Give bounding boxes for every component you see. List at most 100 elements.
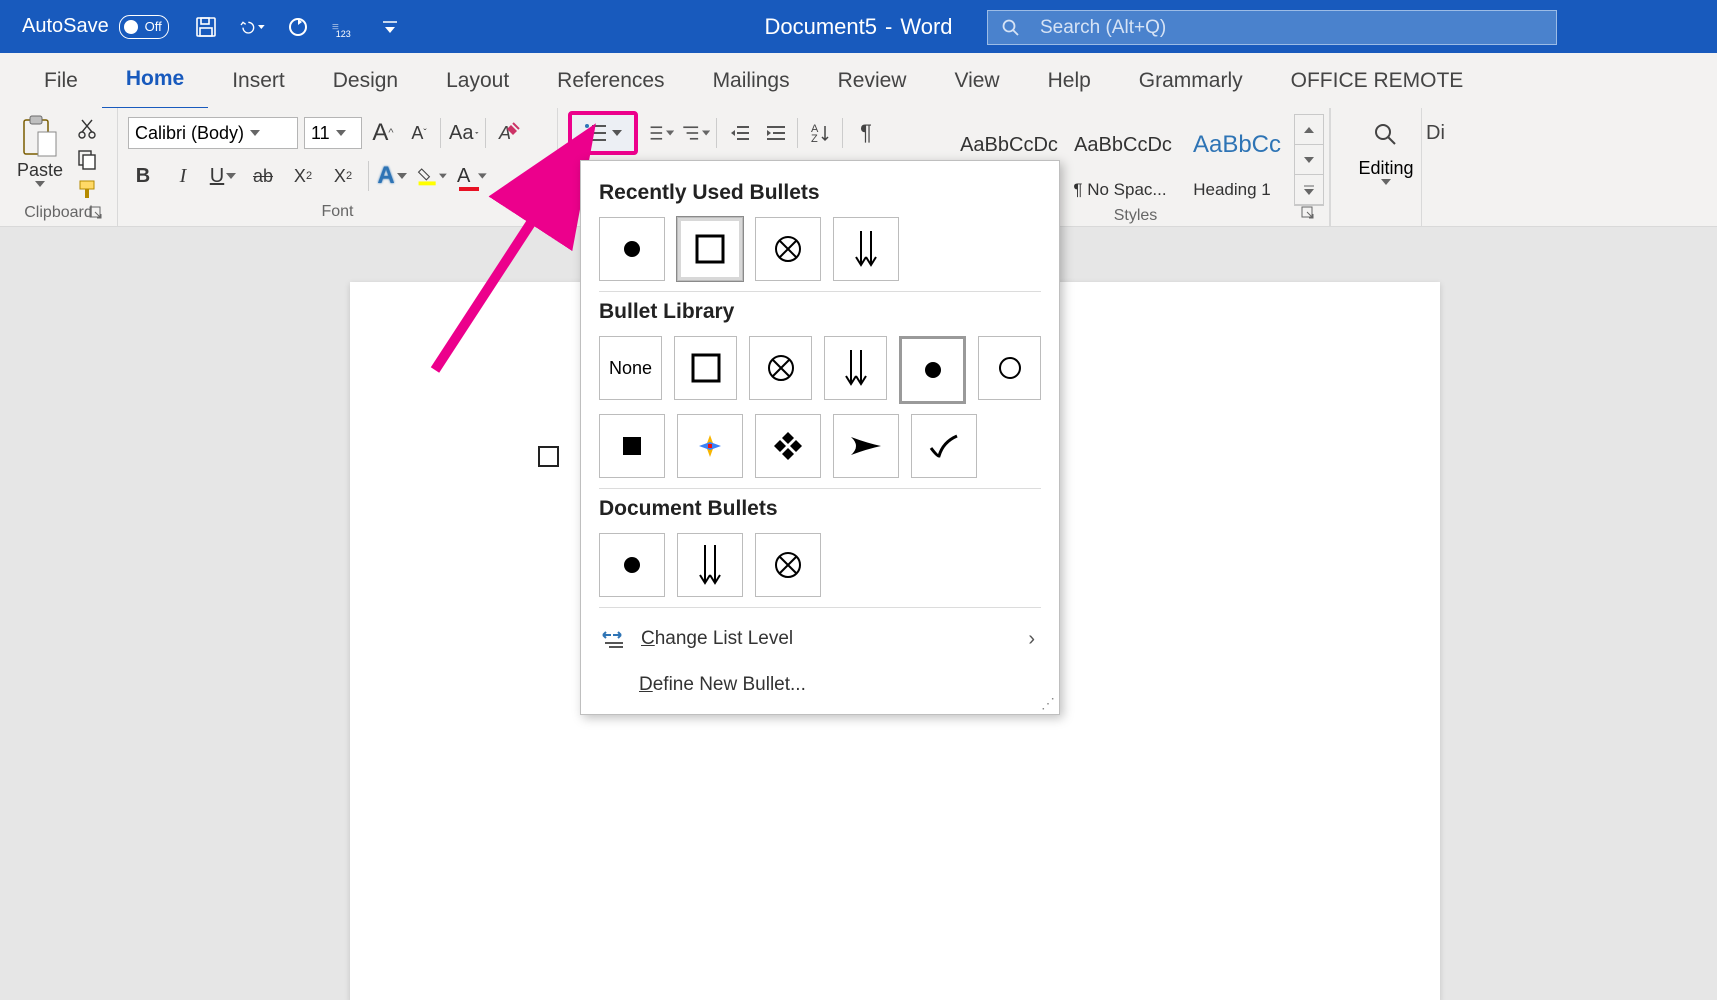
document-bullet-circle-x[interactable] (755, 533, 821, 597)
style-no-spacing[interactable]: AaBbCcDc (1066, 114, 1180, 176)
text-effects-icon[interactable]: A (368, 161, 407, 191)
autosave-control[interactable]: AutoSave Off (22, 15, 169, 39)
bullets-caret-icon (612, 130, 622, 136)
editing-caret-icon[interactable] (1381, 179, 1391, 185)
recent-bullet-disc[interactable] (599, 217, 665, 281)
recent-bullet-square-outline[interactable] (677, 217, 743, 281)
autosave-toggle[interactable]: Off (119, 15, 169, 39)
document-bullet-double-arrow[interactable] (677, 533, 743, 597)
library-bullet-circle-outline[interactable] (978, 336, 1041, 400)
library-bullet-square-filled[interactable] (599, 414, 665, 478)
tab-home[interactable]: Home (102, 52, 208, 110)
qat-customize-button[interactable] (377, 14, 403, 40)
change-list-level-menuitem[interactable]: Change List Level › (599, 616, 1041, 662)
app-name: Word (900, 14, 952, 40)
document-bullet-disc[interactable] (599, 533, 665, 597)
tab-layout[interactable]: Layout (422, 53, 533, 108)
shrink-font-icon[interactable]: Aˇ (404, 118, 434, 148)
italic-button[interactable]: I (168, 161, 198, 191)
search-icon (1002, 19, 1020, 37)
find-icon[interactable] (1373, 122, 1399, 148)
caret-down-icon (258, 24, 265, 30)
clipboard-dialog-launcher-icon[interactable] (89, 206, 105, 222)
clear-formatting-icon[interactable]: A (485, 118, 524, 148)
library-bullet-four-diamonds[interactable] (755, 414, 821, 478)
change-case-icon[interactable]: Aa (440, 118, 479, 148)
tab-references[interactable]: References (533, 53, 688, 108)
equation-icon[interactable]: 123 (331, 14, 357, 40)
style-name-no-spacing: ¶ No Spac... (1064, 176, 1176, 204)
redo-button[interactable] (285, 14, 311, 40)
paste-label[interactable]: Paste (17, 160, 63, 181)
format-painter-icon[interactable] (76, 178, 98, 200)
group-clipboard: Paste Clipboard (0, 108, 118, 226)
ribbon-tabs: File Home Insert Design Layout Reference… (0, 53, 1717, 108)
multilevel-list-button[interactable] (680, 118, 710, 148)
library-bullet-color-diamond[interactable] (677, 414, 743, 478)
tab-design[interactable]: Design (309, 53, 422, 108)
bullets-button[interactable] (568, 111, 638, 155)
styles-gallery-scroll (1294, 114, 1324, 206)
style-name-heading-1: Heading 1 (1176, 176, 1288, 204)
font-group-label: Font (321, 203, 353, 221)
tab-help[interactable]: Help (1024, 53, 1115, 108)
highlight-color-icon[interactable] (417, 161, 447, 191)
undo-button[interactable] (239, 14, 265, 40)
search-box[interactable]: Search (Alt+Q) (987, 10, 1557, 45)
subscript-button[interactable]: X2 (288, 161, 318, 191)
change-list-level-label: Change List Level (641, 628, 793, 650)
cut-icon[interactable] (76, 118, 98, 140)
svg-text:A: A (498, 123, 511, 143)
styles-scroll-down-icon[interactable] (1295, 145, 1323, 175)
search-placeholder: Search (Alt+Q) (1040, 17, 1166, 39)
grow-font-icon[interactable]: A^ (368, 118, 398, 148)
styles-more-icon[interactable] (1295, 175, 1323, 205)
copy-icon[interactable] (76, 148, 98, 170)
numbering-button[interactable] (644, 118, 674, 148)
library-bullet-arrowhead[interactable] (833, 414, 899, 478)
window-title: Document5 - Word (764, 14, 952, 40)
library-bullet-checkmark[interactable] (911, 414, 977, 478)
recent-bullet-circle-x[interactable] (755, 217, 821, 281)
tab-mailings[interactable]: Mailings (689, 53, 814, 108)
recent-bullet-double-arrow[interactable] (833, 217, 899, 281)
dictate-partial[interactable]: Di (1426, 122, 1445, 145)
panel-resize-grip-icon[interactable]: ⋰ (1041, 695, 1055, 712)
strikethrough-button[interactable]: ab (248, 161, 278, 191)
change-list-level-icon (601, 629, 627, 649)
styles-scroll-up-icon[interactable] (1295, 115, 1323, 145)
font-size-combo[interactable]: 11 (304, 117, 362, 149)
tab-office-remote[interactable]: OFFICE REMOTE (1267, 53, 1488, 108)
tab-view[interactable]: View (930, 53, 1023, 108)
tab-insert[interactable]: Insert (208, 53, 309, 108)
font-dialog-launcher-icon[interactable] (529, 206, 545, 222)
underline-button[interactable]: U (208, 161, 238, 191)
library-bullet-disc[interactable] (899, 336, 966, 404)
library-bullet-none[interactable]: None (599, 336, 662, 400)
editing-label[interactable]: Editing (1358, 158, 1413, 179)
paste-caret-icon[interactable] (35, 181, 45, 187)
svg-text:Z: Z (811, 133, 818, 144)
library-bullet-circle-x[interactable] (749, 336, 812, 400)
tab-review[interactable]: Review (814, 53, 931, 108)
font-color-icon[interactable]: A (457, 161, 487, 191)
define-new-bullet-menuitem[interactable]: Define New Bullet... (599, 662, 1041, 708)
decrease-indent-icon[interactable] (716, 118, 755, 148)
sort-icon[interactable]: AZ (797, 118, 836, 148)
save-icon[interactable] (193, 14, 219, 40)
bold-button[interactable]: B (128, 161, 158, 191)
font-name-combo[interactable]: Calibri (Body) (128, 117, 298, 149)
library-bullet-square-outline[interactable] (674, 336, 737, 400)
superscript-button[interactable]: X2 (328, 161, 358, 191)
show-marks-icon[interactable]: ¶ (842, 118, 881, 148)
group-font: Calibri (Body) 11 A^ Aˇ Aa A B I U ab X2… (118, 108, 558, 226)
toggle-knob (124, 20, 138, 34)
styles-dialog-launcher-icon[interactable] (1301, 206, 1317, 222)
style-heading-1[interactable]: AaBbCc (1180, 114, 1294, 176)
autosave-state: Off (145, 19, 162, 34)
tab-file[interactable]: File (20, 53, 102, 108)
paste-icon[interactable] (20, 114, 60, 158)
library-bullet-double-arrow[interactable] (824, 336, 887, 400)
increase-indent-icon[interactable] (761, 118, 791, 148)
tab-grammarly[interactable]: Grammarly (1115, 53, 1267, 108)
